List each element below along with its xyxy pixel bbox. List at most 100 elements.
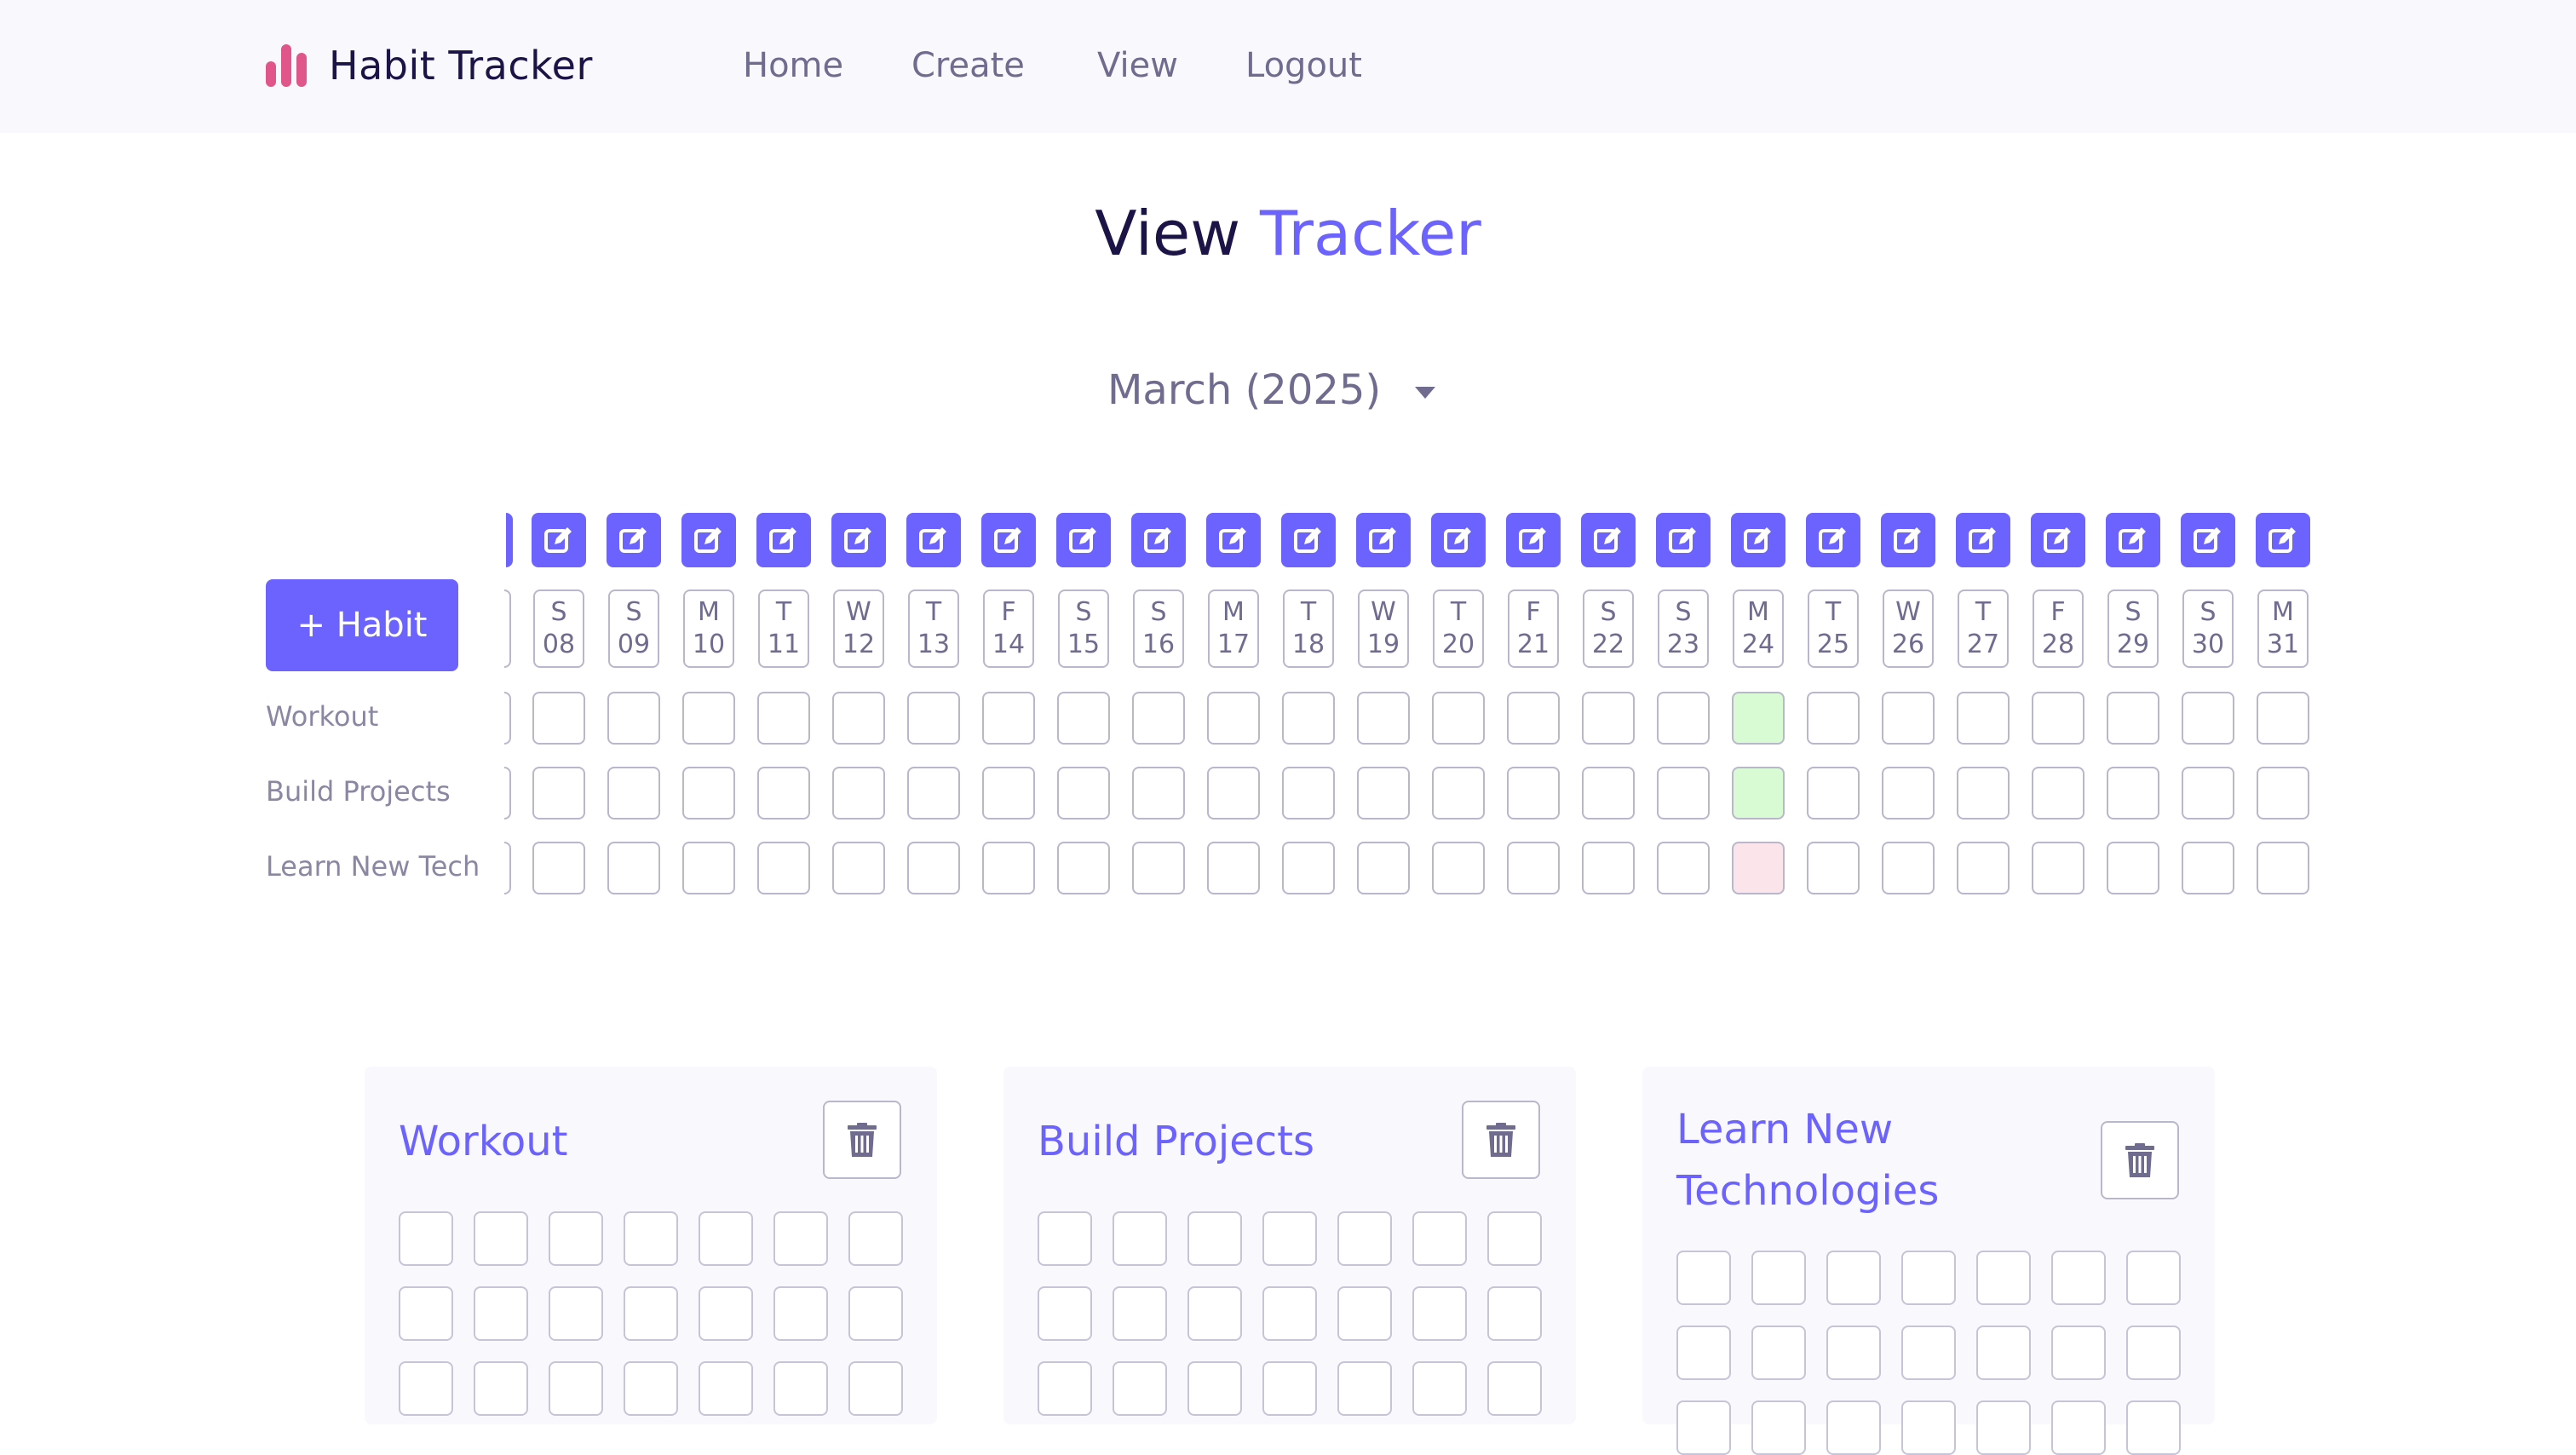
nav-link-view[interactable]: View <box>1097 39 1178 92</box>
edit-day-button[interactable] <box>831 513 886 567</box>
habit-mini-cell[interactable] <box>1187 1286 1242 1341</box>
habit-day-cell[interactable] <box>1732 692 1785 745</box>
habit-day-cell[interactable] <box>1807 842 1860 894</box>
edit-day-button[interactable] <box>1656 513 1711 567</box>
habit-mini-cell[interactable] <box>1337 1286 1392 1341</box>
habit-day-cell[interactable] <box>1582 767 1635 820</box>
habit-mini-cell[interactable] <box>1487 1361 1542 1416</box>
habit-day-cell[interactable] <box>2257 767 2309 820</box>
nav-link-logout[interactable]: Logout <box>1245 39 1362 92</box>
habit-mini-cell[interactable] <box>2126 1326 2181 1380</box>
habit-day-cell[interactable] <box>1582 842 1635 894</box>
habit-day-cell[interactable] <box>1207 842 1260 894</box>
habit-day-cell[interactable] <box>1882 692 1935 745</box>
habit-day-cell[interactable] <box>682 692 735 745</box>
edit-day-button[interactable] <box>981 513 1036 567</box>
habit-mini-cell[interactable] <box>699 1211 753 1266</box>
habit-day-cell[interactable] <box>1957 842 2010 894</box>
habit-mini-cell[interactable] <box>1038 1211 1092 1266</box>
edit-day-button[interactable] <box>1206 513 1261 567</box>
habit-mini-cell[interactable] <box>549 1286 603 1341</box>
habit-mini-cell[interactable] <box>1337 1361 1392 1416</box>
habit-day-cell[interactable] <box>1207 692 1260 745</box>
habit-day-cell[interactable] <box>982 842 1035 894</box>
habit-mini-cell[interactable] <box>1676 1326 1731 1380</box>
habit-mini-cell[interactable] <box>2051 1326 2106 1380</box>
habit-day-cell[interactable] <box>1882 842 1935 894</box>
habit-mini-cell[interactable] <box>1113 1361 1167 1416</box>
habit-day-cell[interactable] <box>532 842 585 894</box>
habit-day-cell[interactable] <box>1432 842 1485 894</box>
habit-day-cell[interactable] <box>2182 767 2234 820</box>
nav-link-home[interactable]: Home <box>743 39 843 92</box>
habit-mini-cell[interactable] <box>549 1361 603 1416</box>
habit-mini-cell[interactable] <box>2051 1251 2106 1305</box>
habit-day-cell[interactable] <box>2107 767 2159 820</box>
habit-mini-cell[interactable] <box>699 1361 753 1416</box>
habit-mini-cell[interactable] <box>1751 1251 1806 1305</box>
add-habit-button[interactable]: + Habit <box>266 579 458 671</box>
edit-day-button[interactable] <box>1806 513 1860 567</box>
habit-mini-cell[interactable] <box>474 1286 528 1341</box>
habit-mini-cell[interactable] <box>2126 1400 2181 1455</box>
habit-mini-cell[interactable] <box>773 1286 828 1341</box>
edit-day-button[interactable] <box>532 513 586 567</box>
habit-day-cell[interactable] <box>1507 767 1560 820</box>
habit-mini-cell[interactable] <box>1751 1400 1806 1455</box>
habit-day-cell[interactable] <box>1357 692 1410 745</box>
habit-day-cell[interactable] <box>2257 692 2309 745</box>
habit-day-cell[interactable] <box>607 692 660 745</box>
habit-mini-cell[interactable] <box>624 1361 678 1416</box>
habit-day-cell[interactable] <box>607 842 660 894</box>
habit-day-cell[interactable] <box>1957 767 2010 820</box>
habit-day-cell[interactable] <box>2107 692 2159 745</box>
habit-mini-cell[interactable] <box>848 1211 903 1266</box>
edit-day-button[interactable] <box>1281 513 1336 567</box>
habit-mini-cell[interactable] <box>474 1361 528 1416</box>
habit-mini-cell[interactable] <box>1676 1251 1731 1305</box>
habit-day-cell[interactable] <box>2182 842 2234 894</box>
habit-mini-cell[interactable] <box>399 1361 453 1416</box>
habit-mini-cell[interactable] <box>2051 1400 2106 1455</box>
habit-mini-cell[interactable] <box>1826 1251 1881 1305</box>
edit-day-button[interactable] <box>1431 513 1486 567</box>
habit-day-cell[interactable] <box>982 767 1035 820</box>
edit-day-button[interactable] <box>1131 513 1186 567</box>
habit-day-cell[interactable] <box>1132 767 1185 820</box>
habit-mini-cell[interactable] <box>773 1211 828 1266</box>
edit-day-button[interactable] <box>506 513 513 567</box>
habit-mini-cell[interactable] <box>1262 1286 1317 1341</box>
habit-mini-cell[interactable] <box>1187 1361 1242 1416</box>
edit-day-button[interactable] <box>1731 513 1785 567</box>
habit-mini-cell[interactable] <box>1901 1251 1956 1305</box>
edit-day-button[interactable] <box>1506 513 1561 567</box>
habit-day-cell[interactable] <box>1282 842 1335 894</box>
habit-day-cell[interactable] <box>982 692 1035 745</box>
edit-day-button[interactable] <box>2031 513 2085 567</box>
habit-mini-cell[interactable] <box>1262 1361 1317 1416</box>
habit-mini-cell[interactable] <box>1038 1361 1092 1416</box>
edit-day-button[interactable] <box>906 513 961 567</box>
habit-mini-cell[interactable] <box>1337 1211 1392 1266</box>
nav-link-create[interactable]: Create <box>911 39 1025 92</box>
edit-day-button[interactable] <box>1581 513 1636 567</box>
habit-day-cell[interactable] <box>1657 692 1710 745</box>
habit-mini-cell[interactable] <box>1826 1400 1881 1455</box>
habit-day-cell[interactable] <box>1282 767 1335 820</box>
habit-day-cell[interactable] <box>1807 767 1860 820</box>
habit-day-cell[interactable] <box>1507 692 1560 745</box>
habit-day-cell[interactable] <box>1207 767 1260 820</box>
habit-mini-cell[interactable] <box>2126 1251 2181 1305</box>
habit-day-cell[interactable] <box>1357 842 1410 894</box>
habit-mini-cell[interactable] <box>399 1286 453 1341</box>
habit-day-cell[interactable] <box>1132 692 1185 745</box>
delete-button[interactable] <box>2101 1121 2179 1199</box>
habit-mini-cell[interactable] <box>1976 1251 2031 1305</box>
habit-mini-cell[interactable] <box>1412 1361 1467 1416</box>
habit-day-cell[interactable] <box>757 842 810 894</box>
habit-day-cell[interactable] <box>907 692 960 745</box>
habit-mini-cell[interactable] <box>399 1211 453 1266</box>
habit-day-cell[interactable] <box>532 692 585 745</box>
habit-mini-cell[interactable] <box>1751 1326 1806 1380</box>
habit-mini-cell[interactable] <box>1412 1286 1467 1341</box>
